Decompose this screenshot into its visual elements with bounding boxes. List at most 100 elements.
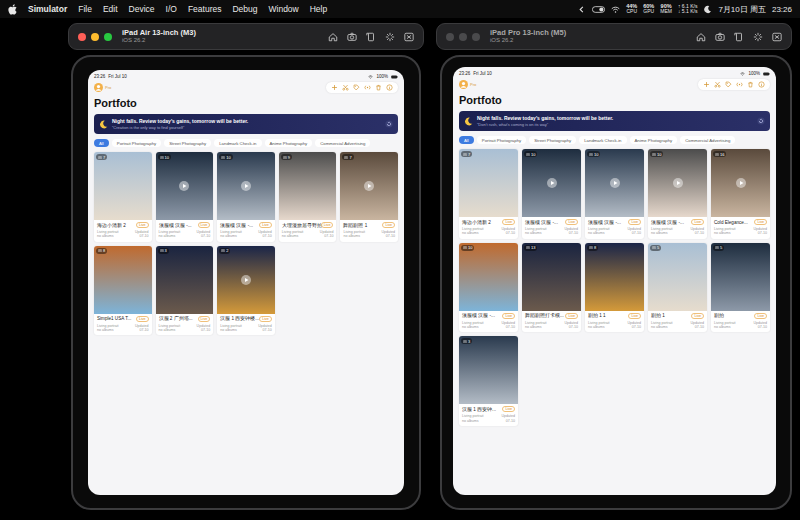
album-cover[interactable]: 9: [279, 152, 337, 220]
tag-icon[interactable]: [725, 81, 732, 88]
album-card[interactable]: 7海边小清新 2LiveLiving portraitno albumsUpda…: [459, 149, 518, 239]
play-button[interactable]: [241, 181, 251, 191]
moon-icon[interactable]: [703, 5, 712, 14]
category-tab[interactable]: Anime Photography: [265, 139, 313, 147]
avatar-icon[interactable]: [459, 80, 468, 89]
album-card[interactable]: 3汉服 2 广州塔...LiveLiving portraitno albums…: [156, 246, 214, 336]
info-icon[interactable]: [758, 81, 765, 88]
app-menu[interactable]: Simulator: [28, 4, 67, 14]
category-tab[interactable]: Portrait Photography: [112, 139, 161, 147]
album-card[interactable]: 7海边小清新 2LiveLiving portraitno albumsUpda…: [94, 152, 152, 242]
broadcast-icon[interactable]: [736, 81, 743, 88]
keyboard-icon[interactable]: [772, 32, 782, 42]
broadcast-icon[interactable]: [364, 84, 371, 91]
album-cover[interactable]: 7: [340, 152, 398, 220]
menu-clock[interactable]: 23:26: [772, 5, 792, 14]
album-card[interactable]: 8剧拍 1 1LiveLiving portraitno albumsUpdat…: [585, 243, 644, 333]
album-cover[interactable]: 2: [217, 246, 275, 314]
album-card[interactable]: 10漢服樓 汉服 -...LiveLiving portraitno album…: [585, 149, 644, 239]
album-cover[interactable]: 7: [459, 149, 518, 217]
minimize-button[interactable]: [91, 33, 99, 41]
category-tab[interactable]: Landmark Check-in: [579, 136, 626, 144]
profile[interactable]: Pro: [459, 80, 476, 89]
refresh-icon[interactable]: [385, 120, 393, 128]
album-card[interactable]: 13舞蹈剧照打卡模...LiveLiving portraitno albums…: [522, 243, 581, 333]
category-tab[interactable]: Street Photography: [164, 139, 211, 147]
system-stat[interactable]: 90%MEM: [660, 4, 672, 15]
album-cover[interactable]: 3: [156, 246, 214, 314]
play-button[interactable]: [241, 275, 251, 285]
play-button[interactable]: [364, 181, 374, 191]
category-tab[interactable]: All: [94, 139, 109, 147]
home-icon[interactable]: [328, 32, 338, 42]
album-card[interactable]: 2汉服 1 西安钟楼...LiveLiving portraitno album…: [217, 246, 275, 336]
scissors-icon[interactable]: [714, 81, 721, 88]
album-card[interactable]: 10漢服樓 汉服 -...LiveLiving portraitno album…: [522, 149, 581, 239]
menu-item[interactable]: Help: [310, 4, 327, 14]
category-tab[interactable]: Commercial Advertising: [315, 139, 370, 147]
album-cover[interactable]: 10: [217, 152, 275, 220]
play-button[interactable]: [179, 181, 189, 191]
album-cover[interactable]: 10: [648, 149, 707, 217]
minimize-button[interactable]: [459, 33, 467, 41]
album-card[interactable]: 5剧拍LiveLiving portraitno albumsUpdated07…: [711, 243, 770, 333]
apple-icon[interactable]: [8, 4, 17, 15]
screenshot-icon[interactable]: [347, 32, 357, 42]
menu-item[interactable]: Window: [269, 4, 299, 14]
category-tab[interactable]: All: [459, 136, 474, 144]
rotate-icon[interactable]: [366, 32, 376, 42]
play-button[interactable]: [547, 178, 557, 188]
album-cover[interactable]: 10: [459, 243, 518, 311]
wifi-icon[interactable]: [611, 5, 620, 14]
album-cover[interactable]: 8: [94, 246, 152, 314]
album-card[interactable]: 9大理漫旅居寻野拍LiveLiving portraitno albumsUpd…: [279, 152, 337, 242]
album-cover[interactable]: 5: [648, 243, 707, 311]
menu-item[interactable]: I/O: [166, 4, 177, 14]
album-cover[interactable]: 13: [522, 243, 581, 311]
album-card[interactable]: 7舞蹈剧照 1LiveLiving portraitno albumsUpdat…: [340, 152, 398, 242]
album-cover[interactable]: 10: [156, 152, 214, 220]
album-card[interactable]: 10漢服樓 汉服 -...LiveLiving portraitno album…: [459, 243, 518, 333]
add-icon[interactable]: [331, 84, 338, 91]
menu-date[interactable]: 7月10日 周五: [718, 4, 766, 15]
album-card[interactable]: 10漢服樓 汉服 -...LiveLiving portraitno album…: [217, 152, 275, 242]
album-card[interactable]: 10漢服樓 汉服 -...LiveLiving portraitno album…: [648, 149, 707, 239]
avatar-icon[interactable]: [94, 83, 103, 92]
trash-icon[interactable]: [375, 84, 382, 91]
chevron-icon[interactable]: [577, 5, 586, 14]
network-meter[interactable]: ↑ 6.1 K/s↓ 5.1 K/s: [678, 4, 697, 14]
menu-item[interactable]: File: [78, 4, 92, 14]
album-cover[interactable]: 10: [522, 149, 581, 217]
menu-item[interactable]: Device: [129, 4, 155, 14]
greeting-banner[interactable]: Night falls. Review today's gains, tomor…: [94, 114, 398, 134]
album-cover[interactable]: 8: [585, 243, 644, 311]
menu-item[interactable]: Debug: [232, 4, 257, 14]
simulator-window[interactable]: iPad Air 13-inch (M3)iOS 26.223:26Fri Ju…: [68, 23, 424, 510]
menu-item[interactable]: Features: [188, 4, 222, 14]
refresh-icon[interactable]: [757, 117, 765, 125]
app-screen[interactable]: 23:26Fri Jul 10100%ProPortfotoNight fall…: [88, 70, 404, 495]
play-button[interactable]: [736, 178, 746, 188]
zoom-button[interactable]: [472, 33, 480, 41]
album-cover[interactable]: 5: [711, 243, 770, 311]
system-stat[interactable]: 60%GPU: [643, 4, 654, 15]
keyboard-icon[interactable]: [404, 32, 414, 42]
category-tab[interactable]: Landmark Check-in: [214, 139, 261, 147]
album-cover[interactable]: 16: [711, 149, 770, 217]
close-button[interactable]: [446, 33, 454, 41]
album-card[interactable]: 10漢服樓 汉服 -...LiveLiving portraitno album…: [156, 152, 214, 242]
menu-item[interactable]: Edit: [103, 4, 118, 14]
toggle-icon[interactable]: [592, 5, 605, 14]
app-screen[interactable]: 23:26Fri Jul 10100%ProPortfotoNight fall…: [453, 67, 776, 495]
play-button[interactable]: [610, 178, 620, 188]
category-tab[interactable]: Street Photography: [529, 136, 576, 144]
add-icon[interactable]: [703, 81, 710, 88]
tag-icon[interactable]: [353, 84, 360, 91]
play-button[interactable]: [673, 178, 683, 188]
sparkle-icon[interactable]: [385, 32, 395, 42]
album-cover[interactable]: 10: [585, 149, 644, 217]
sparkle-icon[interactable]: [753, 32, 763, 42]
album-card[interactable]: 8Simple1 USA T...LiveLiving portraitno a…: [94, 246, 152, 336]
rotate-icon[interactable]: [734, 32, 744, 42]
window-title-bar[interactable]: iPad Pro 13-inch (M5)iOS 26.2: [436, 23, 792, 50]
